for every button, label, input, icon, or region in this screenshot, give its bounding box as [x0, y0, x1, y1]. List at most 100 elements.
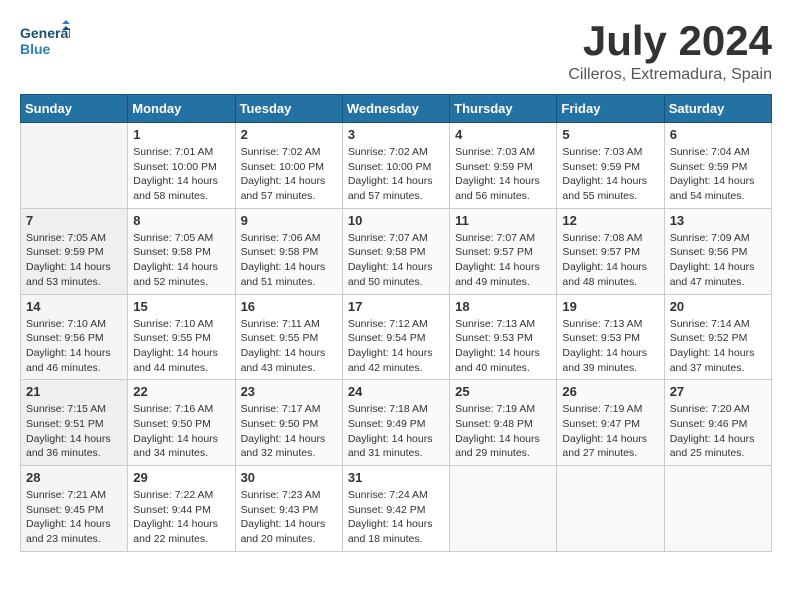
calendar-cell: 1 Sunrise: 7:01 AMSunset: 10:00 PMDayligh… [128, 123, 235, 209]
day-info: Sunrise: 7:19 AMSunset: 9:47 PMDaylight:… [562, 402, 658, 461]
day-info: Sunrise: 7:17 AMSunset: 9:50 PMDaylight:… [241, 402, 337, 461]
calendar-cell: 25Sunrise: 7:19 AMSunset: 9:48 PMDayligh… [450, 380, 557, 466]
day-info: Sunrise: 7:13 AMSunset: 9:53 PMDaylight:… [562, 317, 658, 376]
calendar-cell: 15Sunrise: 7:10 AMSunset: 9:55 PMDayligh… [128, 294, 235, 380]
calendar-cell: 6 Sunrise: 7:04 AMSunset: 9:59 PMDaylight… [664, 123, 771, 209]
day-info: Sunrise: 7:07 AMSunset: 9:57 PMDaylight:… [455, 231, 551, 290]
day-info: Sunrise: 7:10 AMSunset: 9:56 PMDaylight:… [26, 317, 122, 376]
logo-svg: General Blue [20, 20, 70, 62]
day-info: Sunrise: 7:07 AMSunset: 9:58 PMDaylight:… [348, 231, 444, 290]
day-number: 15 [133, 299, 229, 314]
day-number: 22 [133, 384, 229, 399]
weekday-header-friday: Friday [557, 95, 664, 123]
day-number: 12 [562, 213, 658, 228]
calendar-table: SundayMondayTuesdayWednesdayThursdayFrid… [20, 94, 772, 552]
calendar-cell: 2 Sunrise: 7:02 AMSunset: 10:00 PMDayligh… [235, 123, 342, 209]
calendar-cell: 17 Sunrise: 7:12 AMSunset: 9:54 PMDayligh… [342, 294, 449, 380]
day-number: 11 [455, 213, 551, 228]
day-number: 13 [670, 213, 766, 228]
calendar-week-row: 7Sunrise: 7:05 AMSunset: 9:59 PMDaylight… [21, 208, 772, 294]
day-number: 23 [241, 384, 337, 399]
calendar-week-row: 21Sunrise: 7:15 AMSunset: 9:51 PMDayligh… [21, 380, 772, 466]
day-number: 27 [670, 384, 766, 399]
calendar-cell: 9 Sunrise: 7:06 AMSunset: 9:58 PMDaylight… [235, 208, 342, 294]
day-number: 31 [348, 470, 444, 485]
day-info: Sunrise: 7:12 AMSunset: 9:54 PMDaylight:… [348, 317, 444, 376]
calendar-cell: 12 Sunrise: 7:08 AMSunset: 9:57 PMDayligh… [557, 208, 664, 294]
logo: General Blue [20, 20, 70, 62]
calendar-cell: 26 Sunrise: 7:19 AMSunset: 9:47 PMDayligh… [557, 380, 664, 466]
day-number: 2 [241, 127, 337, 142]
day-info: Sunrise: 7:02 AMSunset: 10:00 PMDaylight… [348, 145, 444, 204]
day-number: 26 [562, 384, 658, 399]
day-info: Sunrise: 7:02 AMSunset: 10:00 PMDaylight… [241, 145, 337, 204]
day-info: Sunrise: 7:21 AMSunset: 9:45 PMDaylight:… [26, 488, 122, 547]
calendar-cell: 20Sunrise: 7:14 AMSunset: 9:52 PMDayligh… [664, 294, 771, 380]
day-number: 8 [133, 213, 229, 228]
day-number: 9 [241, 213, 337, 228]
day-info: Sunrise: 7:06 AMSunset: 9:58 PMDaylight:… [241, 231, 337, 290]
calendar-week-row: 28 Sunrise: 7:21 AMSunset: 9:45 PMDayligh… [21, 466, 772, 552]
calendar-cell: 28 Sunrise: 7:21 AMSunset: 9:45 PMDayligh… [21, 466, 128, 552]
day-info: Sunrise: 7:03 AMSunset: 9:59 PMDaylight:… [455, 145, 551, 204]
day-number: 14 [26, 299, 122, 314]
calendar-cell: 7Sunrise: 7:05 AMSunset: 9:59 PMDaylight… [21, 208, 128, 294]
day-info: Sunrise: 7:04 AMSunset: 9:59 PMDaylight:… [670, 145, 766, 204]
calendar-cell: 24 Sunrise: 7:18 AMSunset: 9:49 PMDayligh… [342, 380, 449, 466]
day-number: 18 [455, 299, 551, 314]
calendar-cell: 8 Sunrise: 7:05 AMSunset: 9:58 PMDaylight… [128, 208, 235, 294]
calendar-cell: 19Sunrise: 7:13 AMSunset: 9:53 PMDayligh… [557, 294, 664, 380]
calendar-week-row: 14 Sunrise: 7:10 AMSunset: 9:56 PMDayligh… [21, 294, 772, 380]
calendar-cell [664, 466, 771, 552]
calendar-cell: 21Sunrise: 7:15 AMSunset: 9:51 PMDayligh… [21, 380, 128, 466]
calendar-cell: 18 Sunrise: 7:13 AMSunset: 9:53 PMDayligh… [450, 294, 557, 380]
calendar-cell: 14 Sunrise: 7:10 AMSunset: 9:56 PMDayligh… [21, 294, 128, 380]
page-header: General Blue July 2024 Cilleros, Extrema… [20, 20, 772, 84]
day-number: 17 [348, 299, 444, 314]
calendar-cell: 31 Sunrise: 7:24 AMSunset: 9:42 PMDayligh… [342, 466, 449, 552]
calendar-cell: 13 Sunrise: 7:09 AMSunset: 9:56 PMDayligh… [664, 208, 771, 294]
day-info: Sunrise: 7:01 AMSunset: 10:00 PMDaylight… [133, 145, 229, 204]
day-number: 5 [562, 127, 658, 142]
day-number: 16 [241, 299, 337, 314]
day-number: 21 [26, 384, 122, 399]
title-block: July 2024 Cilleros, Extremadura, Spain [568, 20, 772, 84]
calendar-cell: 23 Sunrise: 7:17 AMSunset: 9:50 PMDayligh… [235, 380, 342, 466]
day-info: Sunrise: 7:20 AMSunset: 9:46 PMDaylight:… [670, 402, 766, 461]
weekday-header-monday: Monday [128, 95, 235, 123]
day-info: Sunrise: 7:18 AMSunset: 9:49 PMDaylight:… [348, 402, 444, 461]
day-info: Sunrise: 7:22 AMSunset: 9:44 PMDaylight:… [133, 488, 229, 547]
day-number: 4 [455, 127, 551, 142]
day-number: 28 [26, 470, 122, 485]
day-info: Sunrise: 7:23 AMSunset: 9:43 PMDaylight:… [241, 488, 337, 547]
calendar-cell [21, 123, 128, 209]
day-number: 10 [348, 213, 444, 228]
weekday-header-sunday: Sunday [21, 95, 128, 123]
day-number: 20 [670, 299, 766, 314]
calendar-cell: 27 Sunrise: 7:20 AMSunset: 9:46 PMDayligh… [664, 380, 771, 466]
svg-text:Blue: Blue [20, 41, 51, 57]
day-info: Sunrise: 7:05 AMSunset: 9:58 PMDaylight:… [133, 231, 229, 290]
calendar-cell [557, 466, 664, 552]
weekday-header-row: SundayMondayTuesdayWednesdayThursdayFrid… [21, 95, 772, 123]
month-title: July 2024 [568, 20, 772, 62]
day-number: 6 [670, 127, 766, 142]
day-info: Sunrise: 7:09 AMSunset: 9:56 PMDaylight:… [670, 231, 766, 290]
day-info: Sunrise: 7:11 AMSunset: 9:55 PMDaylight:… [241, 317, 337, 376]
day-number: 7 [26, 213, 122, 228]
calendar-cell: 22Sunrise: 7:16 AMSunset: 9:50 PMDayligh… [128, 380, 235, 466]
calendar-cell: 16 Sunrise: 7:11 AMSunset: 9:55 PMDayligh… [235, 294, 342, 380]
day-info: Sunrise: 7:24 AMSunset: 9:42 PMDaylight:… [348, 488, 444, 547]
calendar-week-row: 1 Sunrise: 7:01 AMSunset: 10:00 PMDayligh… [21, 123, 772, 209]
calendar-cell [450, 466, 557, 552]
day-number: 1 [133, 127, 229, 142]
calendar-cell: 11 Sunrise: 7:07 AMSunset: 9:57 PMDayligh… [450, 208, 557, 294]
day-number: 29 [133, 470, 229, 485]
calendar-cell: 4 Sunrise: 7:03 AMSunset: 9:59 PMDaylight… [450, 123, 557, 209]
day-info: Sunrise: 7:08 AMSunset: 9:57 PMDaylight:… [562, 231, 658, 290]
day-info: Sunrise: 7:13 AMSunset: 9:53 PMDaylight:… [455, 317, 551, 376]
weekday-header-tuesday: Tuesday [235, 95, 342, 123]
day-number: 24 [348, 384, 444, 399]
day-number: 25 [455, 384, 551, 399]
calendar-cell: 5Sunrise: 7:03 AMSunset: 9:59 PMDaylight… [557, 123, 664, 209]
